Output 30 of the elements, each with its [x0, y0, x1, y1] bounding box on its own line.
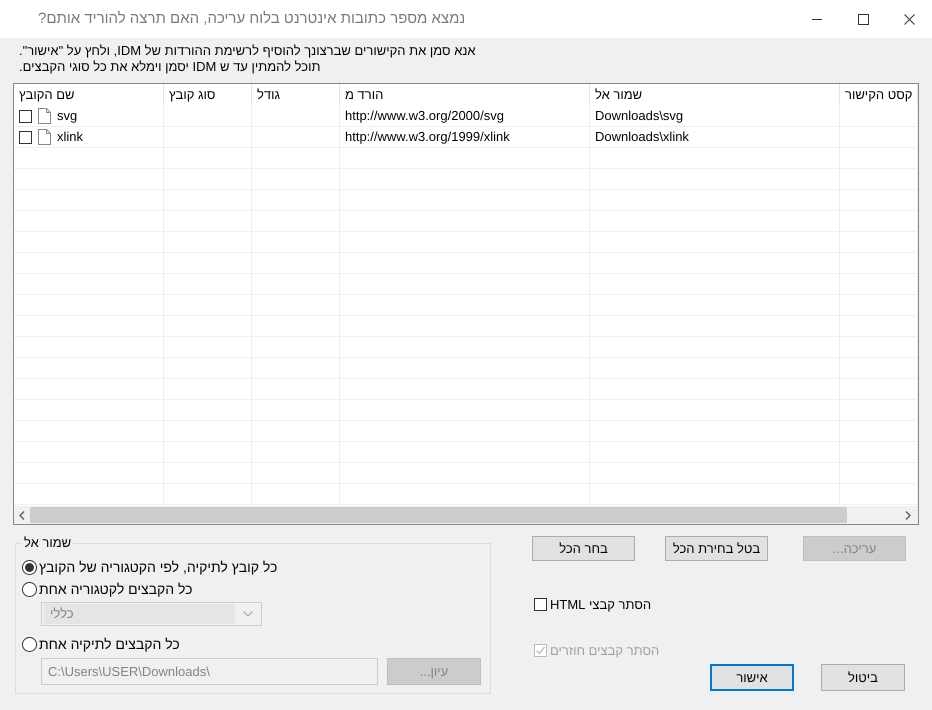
table-cell-text: http://www.w3.org/2000/svg	[345, 107, 504, 126]
file-icon	[38, 129, 51, 145]
radio-label[interactable]: כל הקבצים לקטגוריה אחת	[39, 578, 192, 600]
checkbox[interactable]	[534, 598, 547, 612]
table-cell-text: xlink	[57, 128, 84, 146]
instruction-text: תוכל להמתין עד ש IDM יסמן וימלא את כל סוגי הקבצים.	[19, 59, 320, 75]
dialog-button[interactable]: בטל בחירת הכל	[665, 536, 768, 561]
table-cell-text: svg	[57, 107, 78, 126]
instruction-text: אנא סמן את הקישורים שברצונך להוסיף לרשימת ההורדות של IDM, ולחץ על "אישור".	[19, 43, 476, 59]
checkbox-label[interactable]: הסתר קבצי HTML	[550, 595, 652, 614]
dialog-button[interactable]: ביטול	[821, 664, 905, 691]
checkbox[interactable]	[19, 130, 32, 144]
table-cell-text: http://www.w3.org/1999/xlink	[345, 128, 510, 146]
chevron-down-icon	[243, 611, 253, 617]
dialog-button[interactable]: בחר הכל	[532, 536, 635, 561]
table-cell-text: Downloads\xlink	[595, 128, 689, 146]
scroll-right-icon[interactable]	[904, 510, 912, 520]
checkbox[interactable]	[19, 110, 32, 122]
dialog-button[interactable]: אישור	[710, 664, 794, 691]
table-cell-text: Downloads\svg	[595, 107, 684, 126]
horizontal-scrollbar[interactable]	[14, 506, 918, 524]
radio-button[interactable]	[22, 560, 37, 574]
radio-button[interactable]	[22, 636, 37, 652]
radio-label[interactable]: כל הקבצים לתיקיה אחת	[39, 634, 180, 654]
scroll-left-icon[interactable]	[18, 510, 26, 520]
radio-button[interactable]	[22, 582, 37, 596]
file-icon	[38, 108, 51, 124]
scrollbar-thumb[interactable]	[30, 507, 847, 523]
radio-label[interactable]: כל קובץ לתיקיה, לפי הקטגוריה של הקובץ	[39, 556, 278, 578]
window-title: נמצא מספר כתובות אינטרנט בלוח עריכה, האם תרצה להוריד אותם?	[38, 8, 466, 29]
